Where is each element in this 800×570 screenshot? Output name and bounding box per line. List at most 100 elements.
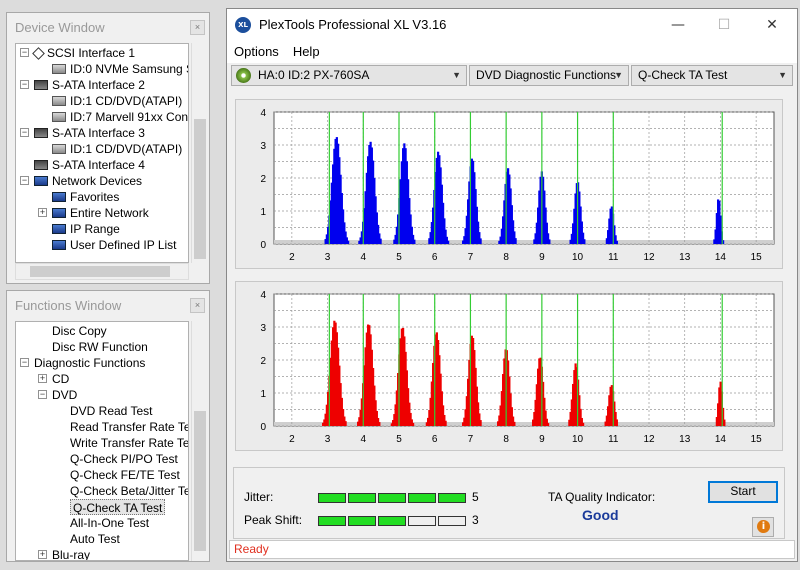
status-text: Ready (234, 542, 269, 556)
test-select-value: Q-Check TA Test (638, 68, 728, 82)
functions-tree-item[interactable]: DVD (52, 387, 77, 403)
plextools-main-window: XL PlexTools Professional XL V3.16 — ☐ ✕… (226, 8, 798, 562)
title-bar[interactable]: XL PlexTools Professional XL V3.16 — ☐ ✕ (227, 9, 797, 41)
drive-icon (52, 96, 66, 106)
ta-quality-value: Good (582, 507, 619, 523)
device-tree-expander-8[interactable]: − (20, 176, 29, 185)
device-tree-expander-10[interactable]: + (38, 208, 47, 217)
peak-shift-meter-segment (318, 516, 346, 526)
maximize-button[interactable]: ☐ (709, 15, 739, 35)
start-button[interactable]: Start (708, 481, 778, 503)
functions-tree[interactable]: Disc Copy Disc RW Function − Diagnostic Fun… (15, 321, 189, 561)
functions-tree-item[interactable]: Q-Check TA Test (70, 499, 166, 515)
ta-quality-label: TA Quality Indicator: (548, 490, 656, 504)
functions-tree-item[interactable]: Q-Check PI/PO Test (70, 451, 178, 467)
device-tree-expander-2[interactable]: − (20, 80, 29, 89)
functions-tree-item[interactable]: Q-Check FE/TE Test (70, 467, 180, 483)
histogram-bar (582, 422, 585, 426)
histogram-bar (412, 422, 415, 426)
device-window-title-text: Device Window (15, 20, 105, 35)
x-tick-label: 13 (679, 434, 691, 445)
functions-tree-item[interactable]: Write Transfer Rate Test (70, 435, 188, 451)
x-tick-label: 5 (396, 434, 402, 445)
info-button[interactable]: i (752, 517, 774, 537)
device-window-close-button[interactable]: × (190, 20, 205, 35)
function-select-value: DVD Diagnostic Functions (476, 68, 617, 82)
app-title: PlexTools Professional XL V3.16 (259, 17, 447, 32)
functions-tree-item[interactable]: Read Transfer Rate Test (70, 419, 188, 435)
functions-window: Functions Window × Disc Copy Disc RW Func… (6, 290, 210, 562)
functions-tree-item[interactable]: CD (52, 371, 69, 387)
functions-tree-item[interactable]: Disc RW Function (52, 339, 148, 355)
device-tree-item[interactable]: Favorites (52, 189, 119, 205)
drive-icon (52, 112, 66, 122)
x-tick-label: 4 (361, 434, 367, 445)
device-tree[interactable]: − SCSI Interface 1 ID:0 NVMe Samsung S − S-A… (15, 43, 189, 263)
peak-shift-meter-segment (348, 516, 376, 526)
function-select[interactable]: DVD Diagnostic Functions ▼ (469, 65, 629, 86)
functions-tree-item[interactable]: Auto Test (70, 531, 120, 547)
device-tree-item[interactable]: S-ATA Interface 4 (34, 157, 145, 173)
jitter-label: Jitter: (244, 490, 274, 504)
jitter-meter (318, 493, 466, 503)
device-tree-item[interactable]: ID:0 NVMe Samsung S (52, 61, 188, 77)
device-tree-scrollbar-thumb[interactable] (194, 119, 206, 259)
device-tree-hscrollbar[interactable] (15, 263, 189, 280)
menu-help[interactable]: Help (286, 41, 327, 62)
device-tree-item-label: ID:1 CD/DVD(ATAPI) (70, 142, 183, 156)
peak-shift-meter-segment (378, 516, 406, 526)
functions-tree-scrollbar[interactable] (191, 321, 207, 561)
ta-chart-bottom-svg: 012342 3 4 5 6 7 8 9 10 11 12 13 14 15 (260, 290, 775, 445)
device-tree-expander-5[interactable]: − (20, 128, 29, 137)
close-button[interactable]: ✕ (757, 15, 787, 35)
drive-icon (52, 64, 66, 74)
device-tree-scrollbar[interactable] (191, 43, 207, 263)
ta-chart-top: 0 1 2 3 4 2 3 4 5 6 7 8 9 10 11 12 13 14 15 (235, 99, 783, 269)
device-tree-item[interactable]: ID:7 Marvell 91xx Config (52, 109, 188, 125)
device-tree-item[interactable]: User Defined IP List (52, 237, 177, 253)
x-tick-label: 3 (325, 252, 331, 263)
device-tree-expander-0[interactable]: − (20, 48, 29, 57)
functions-tree-item[interactable]: Disc Copy (52, 323, 107, 339)
functions-window-close-button[interactable]: × (190, 298, 205, 313)
drive-select[interactable]: HA:0 ID:2 PX-760SA ▼ (231, 65, 467, 86)
histogram-bar (347, 240, 350, 244)
device-tree-item[interactable]: S-ATA Interface 3 (34, 125, 145, 141)
menu-options[interactable]: Options (227, 41, 286, 62)
device-tree-item-label: S-ATA Interface 2 (52, 78, 145, 92)
functions-tree-item[interactable]: All-In-One Test (70, 515, 149, 531)
histogram-bar (378, 422, 381, 426)
functions-tree-expander-4[interactable]: − (38, 390, 47, 399)
x-tick-label: 7 (468, 252, 474, 263)
device-tree-item[interactable]: SCSI Interface 1 (32, 45, 135, 61)
functions-tree-expander-2[interactable]: − (20, 358, 29, 367)
device-tree-item[interactable]: Network Devices (34, 173, 142, 189)
y-tick-label: 2 (260, 174, 266, 185)
chevron-down-icon: ▼ (452, 70, 461, 80)
histogram-bar (548, 239, 551, 244)
device-tree-item[interactable]: ID:1 CD/DVD(ATAPI) (52, 93, 182, 109)
x-tick-label: 14 (715, 252, 727, 263)
functions-tree-item[interactable]: DVD Read Test (70, 403, 152, 419)
device-tree-item[interactable]: S-ATA Interface 2 (34, 77, 145, 93)
functions-tree-item[interactable]: Diagnostic Functions (34, 355, 145, 371)
device-tree-item-label: IP Range (70, 222, 120, 236)
functions-tree-item[interactable]: Q-Check Beta/Jitter Test (70, 483, 188, 499)
functions-tree-item-label: Auto Test (70, 532, 120, 546)
test-select[interactable]: Q-Check TA Test ▼ (631, 65, 793, 86)
results-panel: Jitter: 5 Peak Shift: 3 TA Quality Indic… (233, 467, 785, 539)
device-tree-item[interactable]: IP Range (52, 221, 120, 237)
functions-tree-expander-3[interactable]: + (38, 374, 47, 383)
functions-tree-item-label: Q-Check FE/TE Test (70, 468, 180, 482)
histogram-bar (479, 420, 482, 426)
x-tick-label: 5 (396, 252, 402, 263)
functions-tree-item[interactable]: Blu-ray (52, 547, 90, 560)
device-tree-item[interactable]: ID:1 CD/DVD(ATAPI) (52, 141, 182, 157)
functions-tree-expander-14[interactable]: + (38, 550, 47, 559)
device-tree-item[interactable]: Entire Network (52, 205, 149, 221)
menu-bar: Options Help (227, 41, 797, 63)
minimize-button[interactable]: — (663, 15, 693, 35)
functions-tree-scrollbar-thumb[interactable] (194, 411, 206, 551)
drive-select-value: HA:0 ID:2 PX-760SA (258, 68, 370, 82)
device-tree-hscrollbar-thumb[interactable] (30, 266, 170, 277)
